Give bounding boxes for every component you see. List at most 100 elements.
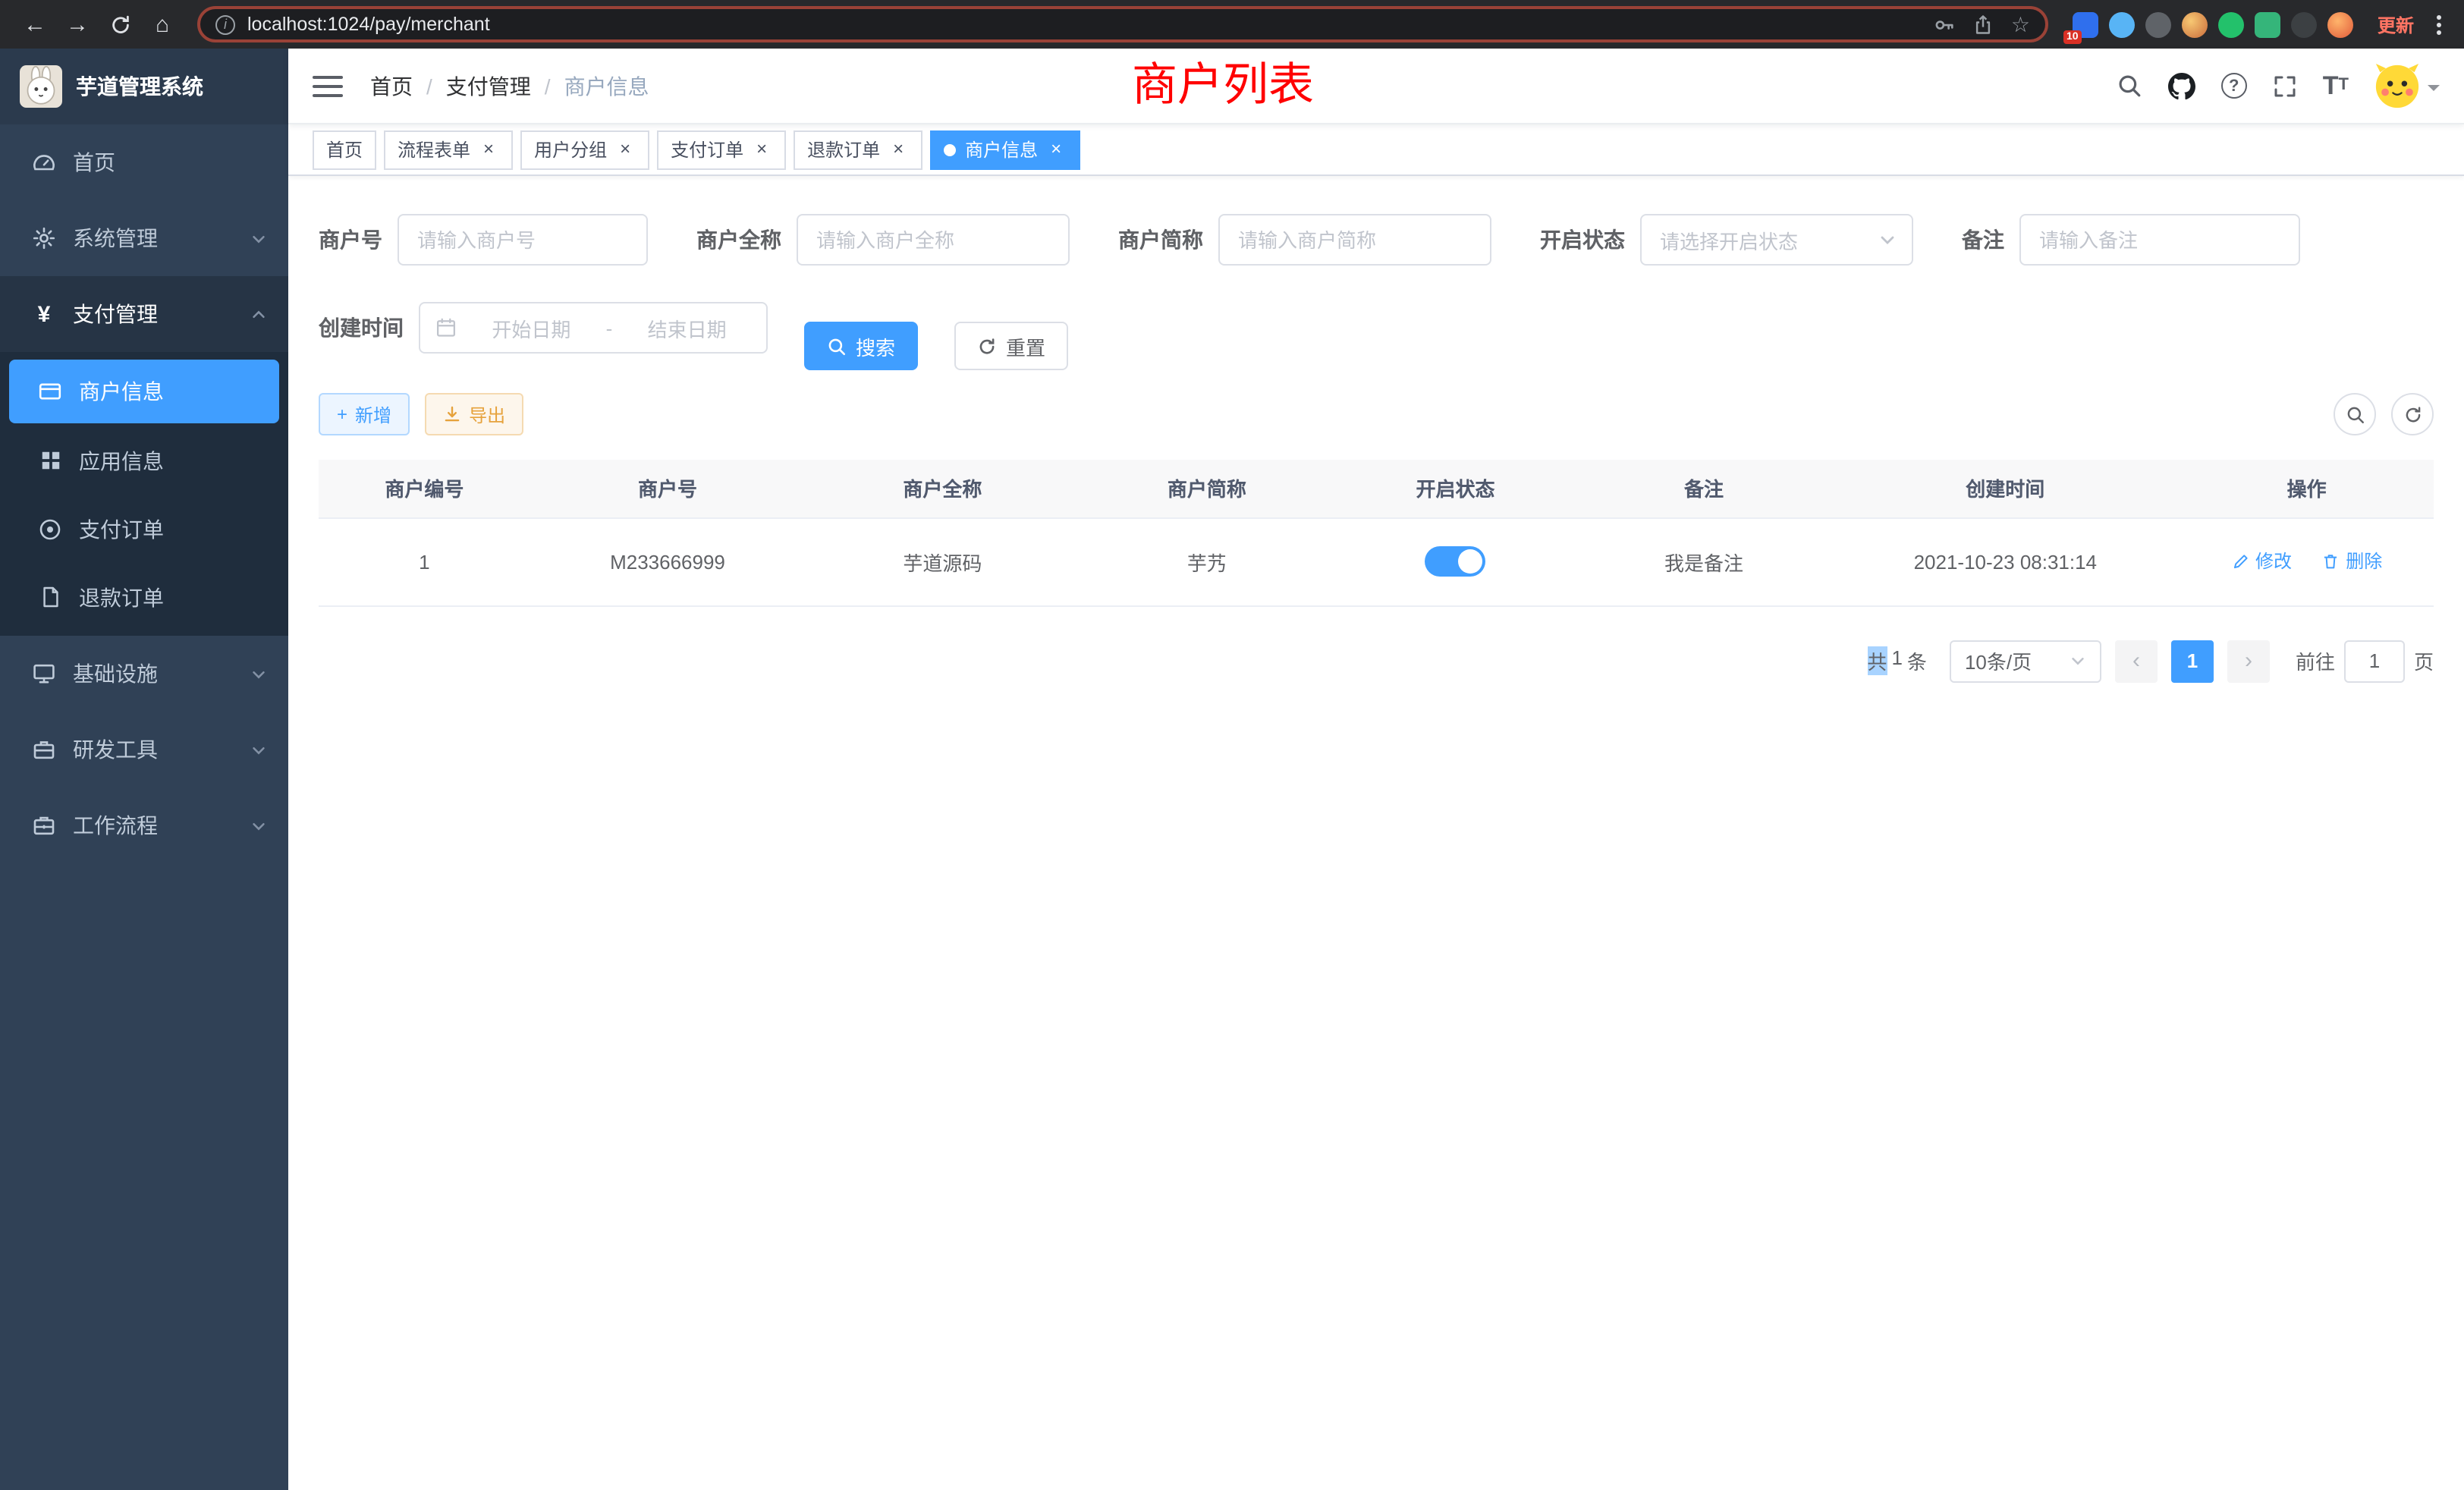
font-size-icon[interactable]: TT <box>2323 73 2349 99</box>
top-navbar: 首页 / 支付管理 / 商户信息 商户列表 ? <box>288 49 2464 124</box>
tab-refund-order[interactable]: 退款订单 × <box>794 130 922 169</box>
extension-icon-4[interactable] <box>2182 11 2208 37</box>
tab-process-form[interactable]: 流程表单 × <box>384 130 513 169</box>
sidebar-item-home[interactable]: 首页 <box>0 124 288 200</box>
navbar-right-icons: ? TT <box>2117 63 2440 108</box>
remark-input[interactable] <box>2019 214 2300 266</box>
help-icon[interactable]: ? <box>2221 73 2247 99</box>
password-key-icon[interactable] <box>1934 13 1956 36</box>
extensions-area: 10 <box>2063 11 2362 37</box>
breadcrumb-separator: / <box>426 74 432 98</box>
close-icon[interactable]: × <box>478 139 499 160</box>
logo-avatar <box>20 65 62 108</box>
sidebar-item-refund-order[interactable]: 退款订单 <box>0 563 288 631</box>
bookmark-star-icon[interactable]: ☆ <box>2011 11 2030 37</box>
end-date-placeholder: 结束日期 <box>623 313 751 342</box>
short-name-input[interactable] <box>1218 214 1491 266</box>
full-name-input[interactable] <box>797 214 1070 266</box>
toggle-search-icon[interactable] <box>2334 393 2376 435</box>
merchant-card-icon <box>36 379 64 404</box>
refresh-table-icon[interactable] <box>2391 393 2434 435</box>
sidebar-item-app-info[interactable]: 应用信息 <box>0 426 288 495</box>
sidebar-item-system[interactable]: 系统管理 <box>0 200 288 276</box>
sidebar-item-workflow[interactable]: 工作流程 <box>0 787 288 863</box>
fullscreen-icon[interactable] <box>2273 74 2297 98</box>
pagination: 共 1 条 10条/页 ‹ 1 › 前往 页 <box>319 640 2434 682</box>
tab-user-group[interactable]: 用户分组 × <box>520 130 649 169</box>
browser-update-button[interactable]: 更新 <box>2365 11 2426 37</box>
site-info-icon[interactable]: i <box>215 14 235 34</box>
close-icon[interactable]: × <box>888 139 909 160</box>
current-page-button[interactable]: 1 <box>2171 640 2214 682</box>
forward-icon[interactable]: → <box>58 5 97 44</box>
extension-icon-7[interactable] <box>2291 11 2317 37</box>
status-toggle[interactable] <box>1425 546 1485 577</box>
tab-label: 用户分组 <box>534 137 607 162</box>
back-icon[interactable]: ← <box>15 5 55 44</box>
reset-button[interactable]: 重置 <box>954 322 1068 370</box>
logo-row[interactable]: 芋道管理系统 <box>0 49 288 124</box>
export-button[interactable]: 导出 <box>425 393 523 435</box>
extension-icon-6[interactable] <box>2255 11 2280 37</box>
merchant-table: 商户编号 商户号 商户全称 商户简称 开启状态 备注 创建时间 操作 1 <box>319 460 2434 606</box>
sidebar-item-label: 应用信息 <box>79 445 267 476</box>
cell-full-name: 芋道源码 <box>805 517 1080 605</box>
breadcrumb-item[interactable]: 首页 <box>370 71 413 101</box>
user-menu[interactable] <box>2374 63 2440 108</box>
col-header: 创建时间 <box>1831 460 2180 517</box>
filter-row-2: 创建时间 开始日期 - 结束日期 搜索 重置 <box>319 302 2434 390</box>
cell-create-time: 2021-10-23 08:31:14 <box>1831 517 2180 605</box>
date-range-picker[interactable]: 开始日期 - 结束日期 <box>419 302 768 354</box>
browser-menu-icon[interactable] <box>2429 14 2449 34</box>
prev-page-button[interactable]: ‹ <box>2115 640 2158 682</box>
close-icon[interactable]: × <box>1045 139 1067 160</box>
page-size-value: 10条/页 <box>1965 646 2032 675</box>
status-select[interactable]: 请选择开启状态 <box>1640 214 1913 266</box>
share-icon[interactable] <box>1973 13 1994 36</box>
extension-icon-8[interactable] <box>2327 11 2353 37</box>
tab-pay-order[interactable]: 支付订单 × <box>657 130 786 169</box>
field-label: 开启状态 <box>1540 225 1640 255</box>
extension-icon-2[interactable] <box>2109 11 2135 37</box>
sidebar-item-label: 基础设施 <box>73 659 235 689</box>
sidebar-item-merchant-info[interactable]: 商户信息 <box>9 360 279 423</box>
cell-remark: 我是备注 <box>1577 517 1831 605</box>
sidebar: 芋道管理系统 首页 系统管理 ¥ 支付管理 <box>0 49 288 1490</box>
sidebar-item-payment[interactable]: ¥ 支付管理 <box>0 276 288 352</box>
monitor-icon <box>30 662 58 686</box>
reload-icon[interactable] <box>100 5 140 44</box>
table-header-row: 商户编号 商户号 商户全称 商户简称 开启状态 备注 创建时间 操作 <box>319 460 2434 517</box>
tab-home[interactable]: 首页 <box>313 130 376 169</box>
breadcrumb: 首页 / 支付管理 / 商户信息 <box>370 71 649 101</box>
home-icon[interactable]: ⌂ <box>143 5 182 44</box>
tab-merchant-info[interactable]: 商户信息 × <box>930 130 1080 169</box>
goto-page-input[interactable] <box>2344 640 2405 682</box>
yen-icon: ¥ <box>30 303 58 325</box>
calendar-icon <box>435 317 457 338</box>
github-icon[interactable] <box>2168 72 2195 99</box>
sidebar-toggle-icon[interactable] <box>313 75 343 96</box>
close-icon[interactable]: × <box>751 139 772 160</box>
next-page-button[interactable]: › <box>2227 640 2270 682</box>
edit-link[interactable]: 修改 <box>2231 549 2292 574</box>
target-icon <box>36 517 64 541</box>
breadcrumb-item[interactable]: 支付管理 <box>446 71 531 101</box>
tab-label: 退款订单 <box>807 137 880 162</box>
sidebar-item-infrastructure[interactable]: 基础设施 <box>0 636 288 712</box>
search-button[interactable]: 搜索 <box>804 322 918 370</box>
page-size-select[interactable]: 10条/页 <box>1950 640 2101 682</box>
extension-icon-1[interactable]: 10 <box>2073 11 2098 37</box>
add-button[interactable]: + 新增 <box>319 393 410 435</box>
url-bar[interactable]: i localhost:1024/pay/merchant ☆ <box>197 6 2048 42</box>
extension-icon-5[interactable] <box>2218 11 2244 37</box>
plus-icon: + <box>337 404 347 425</box>
field-label: 创建时间 <box>319 313 419 343</box>
extension-icon-3[interactable] <box>2145 11 2171 37</box>
search-icon[interactable] <box>2117 73 2142 99</box>
briefcase-icon <box>30 813 58 838</box>
close-icon[interactable]: × <box>614 139 636 160</box>
delete-link[interactable]: 删除 <box>2321 549 2382 574</box>
sidebar-item-dev-tools[interactable]: 研发工具 <box>0 712 288 787</box>
sidebar-item-pay-order[interactable]: 支付订单 <box>0 495 288 563</box>
merchant-no-input[interactable] <box>398 214 648 266</box>
